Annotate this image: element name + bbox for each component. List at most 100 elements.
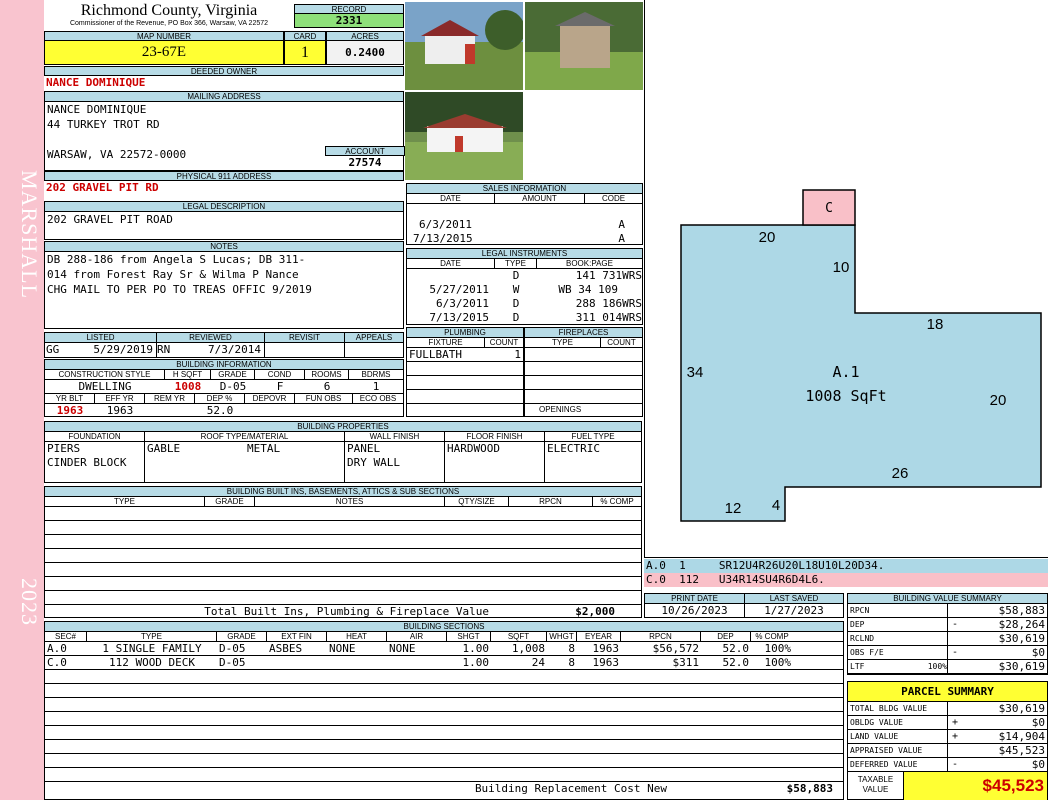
map-row: MAP NUMBER 23-67E CARD 1 ACRES 0.2400 — [44, 31, 404, 65]
card-number: 1 — [284, 41, 326, 65]
sales-row: 7/13/2015 A — [413, 232, 625, 245]
instr-date-label: DATE — [407, 259, 495, 268]
section-col-label: EYEAR — [577, 632, 621, 641]
section-cell: $56,572 — [652, 642, 699, 655]
floor-finish: HARDWOOD — [445, 442, 545, 482]
fireplaces-section: FIREPLACES TYPE COUNT OPENINGS — [524, 327, 643, 417]
foundation-value: PIERS — [47, 442, 81, 455]
value-summary-key: DEP — [848, 618, 948, 631]
yrblt-label: YR BLT — [45, 394, 95, 403]
parcel-summary-value: $30,619 — [998, 702, 1045, 715]
instrument-row: 6/3/2011 D 288 186WRS — [436, 297, 642, 310]
section-cell: 112 WOOD DECK — [108, 656, 196, 669]
legal-description-label: LEGAL DESCRIPTION — [45, 202, 403, 212]
shed-photo — [525, 2, 643, 90]
parcel-summary-key: LAND VALUE — [848, 730, 948, 743]
section-cell: A.0 — [47, 642, 67, 655]
deck-label: C — [825, 201, 833, 216]
sales-row: 6/3/2011 A — [419, 218, 625, 231]
card-label: CARD — [284, 31, 326, 41]
grade-label: GRADE — [211, 370, 255, 379]
wall-finish: PANEL — [347, 442, 381, 455]
building-info-section: BUILDING INFORMATION CONSTRUCTION STYLE … — [44, 359, 404, 417]
value-summary-row: RPCN $58,883 — [848, 604, 1047, 618]
value-summary-title: BUILDING VALUE SUMMARY — [848, 594, 1047, 604]
dim-label: 34 — [687, 364, 704, 381]
sales-code-label: CODE — [601, 194, 626, 203]
builtin-rpcn-label: RPCN — [509, 497, 593, 506]
rooms-value: 6 — [323, 380, 331, 393]
sales-row — [407, 204, 642, 218]
section-cell: NONE — [389, 642, 416, 655]
builtin-qty-label: QTY/SIZE — [445, 497, 509, 506]
mailing-line — [47, 132, 403, 147]
tax-year: 2023 — [17, 578, 42, 626]
value-summary-section: BUILDING VALUE SUMMARY RPCN $58,883 DEP - $2… — [847, 593, 1048, 675]
parcel-summary-row: DEFERRED VALUE - $0 — [848, 758, 1047, 772]
section-col-label: GRADE — [217, 632, 267, 641]
effyr-label: EFF YR — [95, 394, 145, 403]
last-saved: 1/27/2023 — [764, 604, 824, 617]
notes-label: NOTES — [45, 242, 403, 252]
cond-value: F — [276, 380, 284, 393]
funobs-label: FUN OBS — [295, 394, 353, 403]
building-sections-title: BUILDING SECTIONS — [45, 622, 843, 632]
remyr-label: REM YR — [145, 394, 195, 403]
dim-label: 20 — [990, 392, 1007, 409]
openings-label: OPENINGS — [539, 405, 582, 414]
ltf-percent: 100% — [927, 662, 947, 671]
listed-by: GG — [46, 343, 60, 356]
sales-date-label: DATE — [407, 194, 495, 203]
section-cell: 1.00 — [462, 656, 490, 669]
bdrms-value: 1 — [372, 380, 380, 393]
dim-label: 4 — [772, 497, 780, 514]
construction-style: DWELLING — [78, 380, 132, 393]
parcel-summary-title: PARCEL SUMMARY — [848, 682, 1047, 702]
builtins-total-label: Total Built Ins, Plumbing & Fireplace Va… — [204, 605, 489, 618]
section-col-label: HEAT — [327, 632, 387, 641]
dim-label: 12 — [725, 500, 742, 517]
mailing-line: 44 TURKEY TROT RD — [47, 118, 160, 131]
instrument-row: D 141 731WRS — [512, 269, 642, 282]
builtins-total-value: $2,000 — [575, 605, 615, 618]
dim-label: 10 — [833, 259, 850, 276]
deeded-owner-label: DEEDED OWNER — [44, 66, 404, 76]
side-strip: MARSHALL 2023 — [0, 0, 44, 800]
building-info-title: BUILDING INFORMATION — [45, 360, 403, 370]
notes-section: NOTES DB 288-186 from Angela S Lucas; DB… — [44, 241, 404, 329]
plumbing-section: PLUMBING FIXTURE COUNT FULLBATH 1 — [406, 327, 524, 417]
physical-address: 202 GRAVEL PIT RD — [46, 181, 159, 194]
section-cell: 1,008 — [511, 642, 545, 655]
fixture-count-label: COUNT — [489, 338, 519, 347]
house-photo-1 — [405, 2, 523, 90]
account-number: 27574 — [348, 156, 382, 169]
account-label: ACCOUNT — [325, 146, 405, 156]
year-built: 1963 — [56, 404, 84, 417]
revisit-label: REVISIT — [265, 333, 345, 342]
roof-label: ROOF TYPE/MATERIAL — [145, 432, 345, 441]
dim-label: 18 — [927, 316, 944, 333]
sales-section: SALES INFORMATION DATE AMOUNT CODE 6/3/2… — [406, 183, 643, 245]
section-cell: D-05 — [219, 656, 246, 669]
mailing-label: MAILING ADDRESS — [45, 92, 403, 102]
legal-description: 202 GRAVEL PIT ROAD — [47, 213, 173, 226]
parcel-summary-key: TOTAL BLDG VALUE — [848, 702, 948, 715]
parcel-summary-value: $0 — [1031, 758, 1045, 771]
main-area-shape — [680, 224, 1042, 522]
hsqft-value: 1008 — [174, 380, 202, 393]
taxable-label: TAXABLE VALUE — [848, 772, 904, 800]
ecoobs-label: ECO OBS — [359, 394, 397, 403]
builtin-grade-label: GRADE — [205, 497, 255, 506]
value-summary-value: $0 — [1031, 646, 1045, 659]
section-cell — [267, 656, 327, 669]
section-row: C.0 112 WOOD DECK D-05 1.00 24 8 1963 $311 52.0 1… — [45, 656, 843, 670]
grade-value: D-05 — [219, 380, 247, 393]
dim-label: 20 — [759, 229, 776, 246]
section-col-label: WHGT — [547, 632, 577, 641]
section-cell — [387, 656, 447, 669]
record-number: 2331 — [294, 14, 404, 28]
map-label: MAP NUMBER — [44, 31, 284, 41]
physical-address-label: PHYSICAL 911 ADDRESS — [44, 171, 404, 181]
section-cell: 24 — [531, 656, 545, 669]
record-label: RECORD — [294, 4, 404, 14]
